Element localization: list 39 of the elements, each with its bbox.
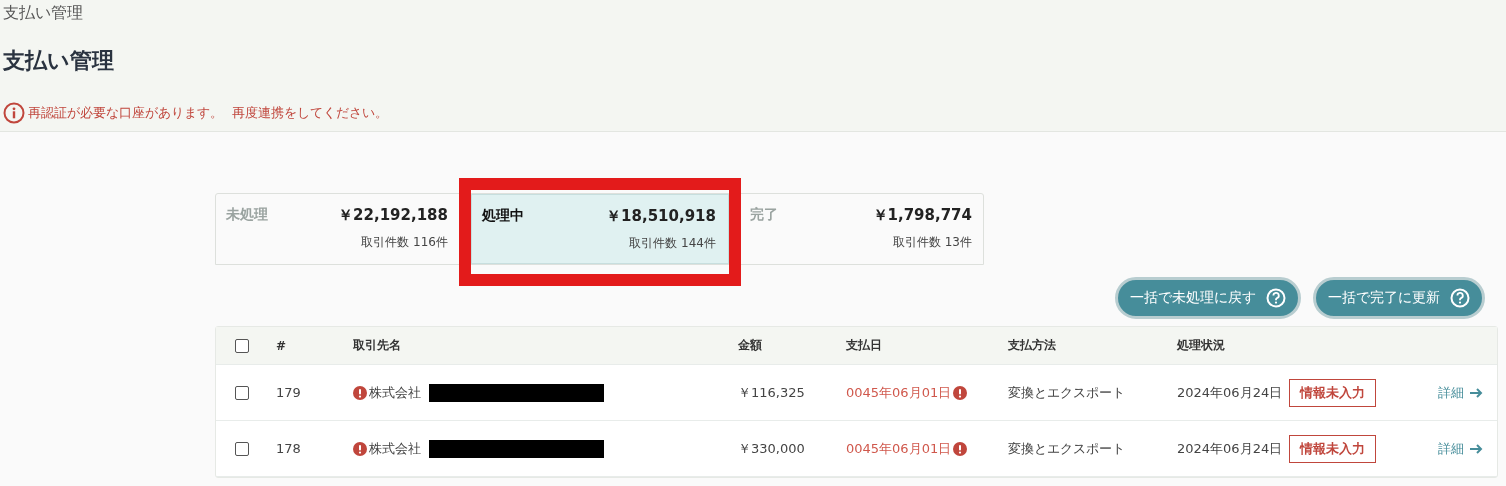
help-icon[interactable] [1450, 288, 1470, 308]
alert-message: 再認証が必要な口座があります。 [28, 104, 223, 122]
checkbox[interactable] [235, 441, 249, 456]
status-tab[interactable]: 完了 ￥1,798,774 取引件数 13件 [740, 194, 984, 264]
status-badge: 情報未入力 [1289, 434, 1376, 463]
arrow-right-icon [1470, 443, 1483, 454]
reconnect-link[interactable]: 再度連携をしてください。 [232, 104, 388, 122]
arrow-right-icon [1470, 387, 1483, 398]
column-header: 支払方法 [1008, 337, 1057, 354]
status-date: 2024年06月24日 [1177, 383, 1284, 402]
status-date: 2024年06月24日 [1177, 439, 1284, 458]
payment-method: 変換とエクスポート [1008, 383, 1126, 402]
amount: ￥116,325 [738, 383, 806, 402]
payee-name: 株式会社 [369, 383, 421, 402]
page-title: 支払い管理 [3, 47, 115, 75]
status-badge: 情報未入力 [1289, 378, 1376, 407]
column-header: 金額 [738, 337, 763, 354]
column-header: 取引先名 [353, 337, 402, 354]
amount: ￥330,000 [738, 439, 806, 458]
bulk-action-button[interactable]: 一括で完了に更新 [1313, 277, 1485, 319]
checkbox[interactable] [235, 385, 249, 400]
help-icon[interactable] [1266, 288, 1286, 308]
column-header: 処理状況 [1177, 337, 1226, 354]
status-tab[interactable]: 処理中 ￥18,510,918 取引件数 144件 [471, 194, 729, 264]
payment-date: 0045年06月01日 [846, 383, 952, 402]
checkbox[interactable] [235, 338, 249, 353]
details-link[interactable]: 詳細 [1438, 383, 1483, 402]
column-header: # [276, 338, 288, 353]
row-number: 179 [276, 385, 302, 400]
details-link[interactable]: 詳細 [1438, 439, 1483, 458]
payment-date: 0045年06月01日 [846, 439, 952, 458]
payment-method: 変換とエクスポート [1008, 439, 1126, 458]
status-tab[interactable]: 未処理 ￥22,192,188 取引件数 116件 [216, 194, 460, 264]
payee-name: 株式会社 [369, 439, 421, 458]
info-icon [3, 102, 25, 124]
row-number: 178 [276, 441, 302, 456]
column-header: 支払日 [846, 337, 883, 354]
bulk-action-button[interactable]: 一括で未処理に戻す [1115, 277, 1301, 319]
breadcrumb[interactable]: 支払い管理 [3, 3, 83, 24]
